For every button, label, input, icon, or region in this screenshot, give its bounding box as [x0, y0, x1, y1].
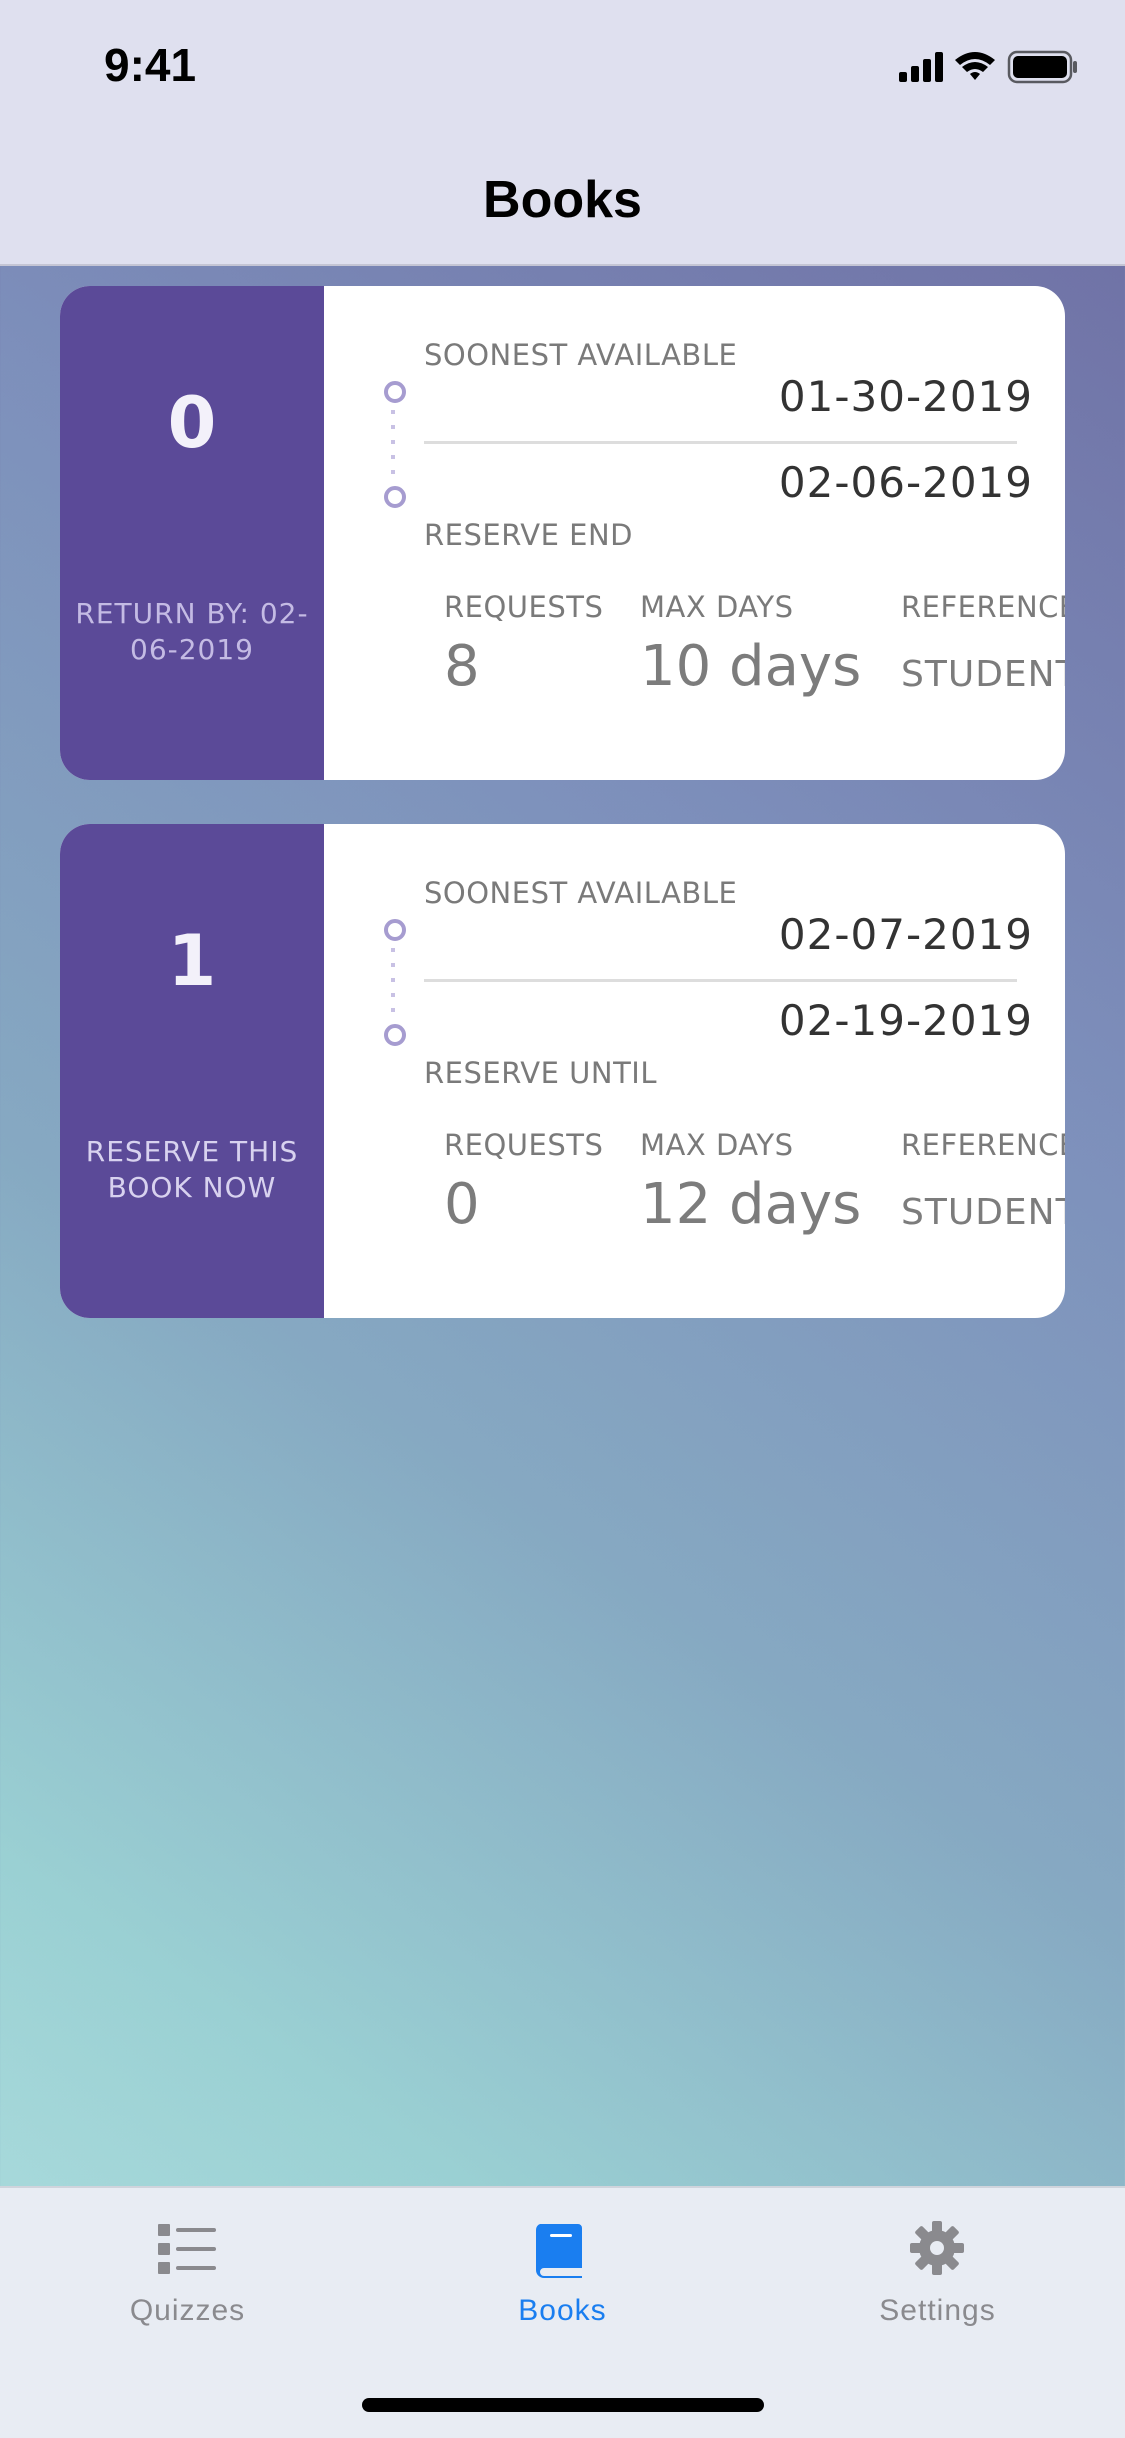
- book-card[interactable]: 0 RETURN BY: 02-06-2019 SOONEST AVAILABL…: [60, 286, 1065, 780]
- reserve-end-date: 02-06-2019: [778, 458, 1033, 507]
- requests-label: REQUESTS: [444, 1128, 604, 1162]
- reserve-end-label: RESERVE END: [424, 518, 633, 552]
- reserve-until-label: RESERVE UNTIL: [424, 1056, 657, 1090]
- timeline-dots: [391, 410, 395, 482]
- card-details: SOONEST AVAILABLE 02-07-2019 02-19-2019 …: [324, 824, 1065, 1318]
- reference-label: REFERENCE: [901, 590, 1065, 624]
- card-summary-panel[interactable]: 1 RESERVE THIS BOOK NOW: [60, 824, 324, 1318]
- max-days-label: MAX DAYS: [640, 590, 794, 624]
- page-title: Books: [483, 171, 642, 229]
- status-icons: [899, 50, 1077, 84]
- status-time: 9:41: [104, 39, 197, 91]
- soonest-available-label: SOONEST AVAILABLE: [424, 338, 738, 372]
- requests-label: REQUESTS: [444, 590, 604, 624]
- soonest-available-label: SOONEST AVAILABLE: [424, 876, 738, 910]
- card-summary-panel[interactable]: 0 RETURN BY: 02-06-2019: [60, 286, 324, 780]
- gear-icon: [910, 2221, 964, 2275]
- book-icon: [535, 2224, 582, 2278]
- timeline-divider: [424, 441, 1017, 444]
- card-details: SOONEST AVAILABLE 01-30-2019 02-06-2019 …: [324, 286, 1065, 780]
- tab-label: Quizzes: [129, 2294, 246, 2327]
- tab-settings[interactable]: Settings: [750, 2188, 1125, 2358]
- soonest-available-date: 01-30-2019: [778, 372, 1033, 421]
- max-days-label: MAX DAYS: [640, 1128, 794, 1162]
- wifi-icon: [955, 52, 995, 80]
- navigation-bar: Books: [0, 132, 1125, 266]
- timeline-dots: [391, 948, 395, 1020]
- reserve-until-date: 02-19-2019: [778, 996, 1033, 1045]
- tab-label: Books: [518, 2294, 607, 2327]
- home-indicator[interactable]: [362, 2398, 764, 2412]
- timeline-end-icon: [384, 1024, 406, 1046]
- requests-value: 0: [444, 1172, 480, 1237]
- timeline-divider: [424, 979, 1017, 982]
- tab-label: Settings: [879, 2294, 996, 2327]
- battery-icon: [1007, 50, 1077, 84]
- checklist-icon: [158, 2224, 216, 2274]
- tab-quizzes[interactable]: Quizzes: [0, 2188, 375, 2358]
- signal-icon: [899, 52, 943, 82]
- timeline-start-icon: [384, 919, 406, 941]
- reference-value: STUDENT: [901, 654, 1065, 695]
- book-card[interactable]: 1 RESERVE THIS BOOK NOW SOONEST AVAILABL…: [60, 824, 1065, 1318]
- card-number: 0: [167, 382, 217, 464]
- requests-value: 8: [444, 634, 480, 699]
- timeline-end-icon: [384, 486, 406, 508]
- reserve-book-caption[interactable]: RESERVE THIS BOOK NOW: [70, 1134, 314, 1206]
- return-by-caption: RETURN BY: 02-06-2019: [75, 597, 309, 666]
- reference-value: STUDENT: [901, 1192, 1065, 1233]
- tab-books[interactable]: Books: [375, 2188, 750, 2358]
- soonest-available-date: 02-07-2019: [778, 910, 1033, 959]
- card-number: 1: [167, 920, 217, 1002]
- timeline-start-icon: [384, 381, 406, 403]
- max-days-value: 10 days: [640, 634, 862, 699]
- reference-label: REFERENCE: [901, 1128, 1065, 1162]
- status-bar: 9:41: [0, 0, 1125, 132]
- max-days-value: 12 days: [640, 1172, 862, 1237]
